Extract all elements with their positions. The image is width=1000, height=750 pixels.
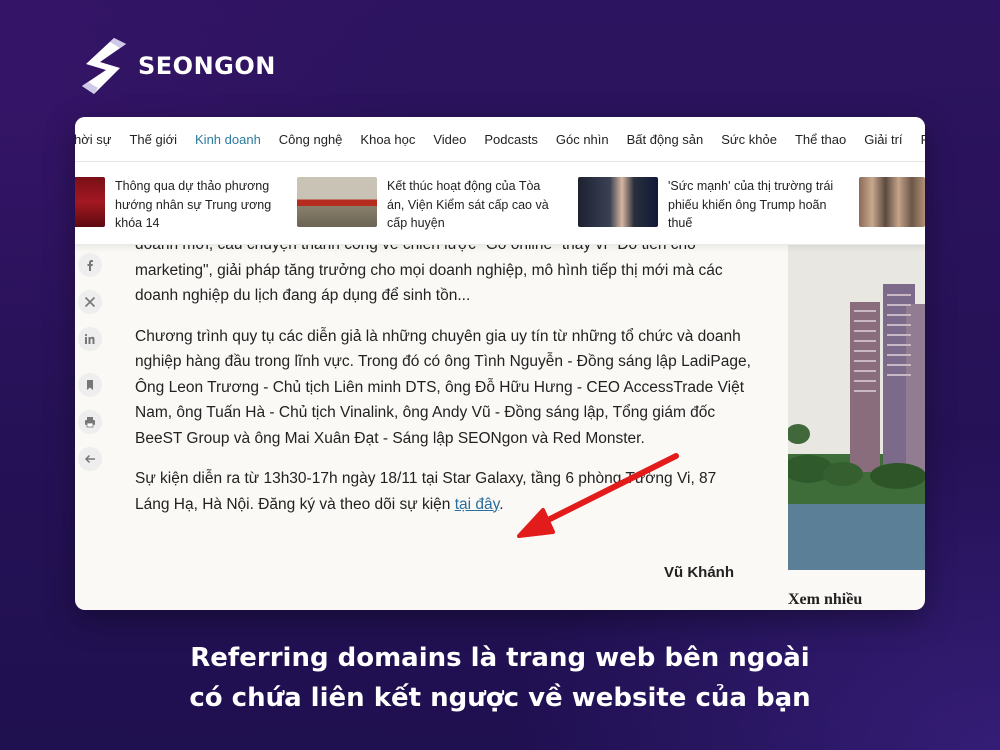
nav-item-giai-tri[interactable]: Giải trí: [855, 132, 911, 147]
webpage-screenshot: hời sự Thế giới Kinh doanh Công nghệ Kho…: [75, 117, 925, 610]
article-paragraph: Sự kiện diễn ra từ 13h30-17h ngày 18/11 …: [135, 466, 755, 517]
article-text: Sự kiện diễn ra từ 13h30-17h ngày 18/11 …: [135, 470, 717, 513]
nav-item-cut-off[interactable]: P: [912, 132, 925, 147]
bookmark-icon: [87, 380, 93, 390]
facebook-share-button[interactable]: [78, 253, 102, 277]
nav-item-thoi-su[interactable]: hời sự: [75, 132, 120, 147]
registration-link[interactable]: tại đây: [455, 496, 500, 513]
brand-logo: SEONGON: [80, 36, 276, 96]
news-item[interactable]: Kết thúc hoạt động của Tòa án, Viện Kiểm…: [297, 177, 557, 233]
bookmark-button[interactable]: [78, 373, 102, 397]
caption-line-1: Referring domains là trang web bên ngoài: [190, 643, 810, 673]
news-thumbnail[interactable]: [578, 177, 658, 227]
nav-item-suc-khoe[interactable]: Sức khỏe: [712, 132, 786, 147]
article-paragraph: Chương trình quy tụ các diễn giả là nhữn…: [135, 327, 751, 447]
brand-name: SEONGON: [138, 52, 276, 80]
news-item[interactable]: Thông qua dự thảo phương hướng nhân sự T…: [75, 177, 285, 233]
caption: Referring domains là trang web bên ngoài…: [0, 638, 1000, 718]
news-thumbnail[interactable]: [859, 177, 925, 227]
nav-item-video[interactable]: Video: [424, 132, 475, 147]
facebook-icon: [87, 260, 93, 271]
nav-item-the-gioi[interactable]: Thế giới: [120, 132, 186, 147]
sidebar-ad-image[interactable]: [788, 244, 925, 570]
back-button[interactable]: [78, 447, 102, 471]
news-headline[interactable]: Thông qua dự thảo phương hướng nhân sự T…: [115, 177, 285, 233]
news-thumbnail[interactable]: [297, 177, 377, 227]
news-headline[interactable]: Kết thúc hoạt động của Tòa án, Viện Kiểm…: [387, 177, 557, 233]
nav-item-kinh-doanh[interactable]: Kinh doanh: [186, 132, 270, 147]
article-text: .: [499, 495, 504, 513]
news-headline[interactable]: 'Sức mạnh' của thị trường trái phiếu khi…: [668, 177, 838, 233]
news-thumbnail[interactable]: [75, 177, 105, 227]
news-item[interactable]: 'Sức mạnh' của thị trường trái phiếu khi…: [578, 177, 838, 233]
seongon-logo-icon: [82, 38, 126, 94]
top-navigation: hời sự Thế giới Kinh doanh Công nghệ Kho…: [75, 117, 925, 162]
caption-line-2: có chứa liên kết ngược về website của bạ…: [189, 683, 811, 713]
linkedin-icon: [84, 333, 95, 344]
nav-item-podcasts[interactable]: Podcasts: [475, 132, 546, 147]
x-icon: [84, 296, 96, 308]
article-body: doanh mới, câu chuyện thành công về chiế…: [135, 232, 755, 532]
nav-item-goc-nhin[interactable]: Góc nhìn: [547, 132, 618, 147]
news-item[interactable]: [859, 177, 925, 233]
most-viewed-heading: Xem nhiều: [788, 591, 863, 608]
building-render-illustration: [788, 244, 925, 570]
print-button[interactable]: [78, 410, 102, 434]
nav-item-bat-dong-san[interactable]: Bất động sản: [618, 132, 713, 147]
back-arrow-icon: [84, 454, 95, 464]
nav-item-the-thao[interactable]: Thể thao: [786, 132, 855, 147]
linkedin-share-button[interactable]: [78, 327, 102, 351]
print-icon: [85, 417, 95, 428]
x-share-button[interactable]: [78, 290, 102, 314]
nav-item-cong-nghe[interactable]: Công nghệ: [270, 132, 352, 147]
article-author: Vũ Khánh: [664, 564, 734, 581]
nav-item-khoa-hoc[interactable]: Khoa học: [351, 132, 424, 147]
news-strip: Thông qua dự thảo phương hướng nhân sự T…: [75, 162, 925, 245]
